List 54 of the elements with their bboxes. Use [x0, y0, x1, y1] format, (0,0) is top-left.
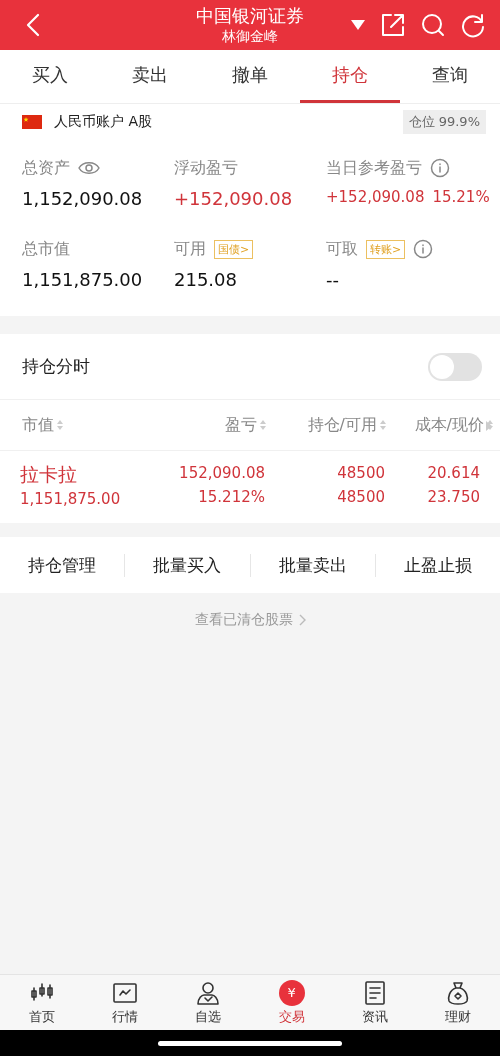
nav-label[interactable]: 首页 — [28, 1007, 55, 1026]
tab[interactable]: 买入 — [0, 50, 100, 103]
table-cell-text: 20.614 — [427, 463, 480, 484]
nav-label[interactable]: 自选 — [195, 1007, 222, 1026]
column-header[interactable]: 盈亏 — [122, 414, 267, 436]
summary-label: 可取 — [326, 238, 358, 260]
table-cell-text: 23.750 — [427, 487, 480, 508]
nav-label[interactable]: 行情 — [112, 1007, 138, 1026]
info-icon[interactable] — [413, 239, 434, 259]
share-icon[interactable] — [380, 12, 406, 38]
tab[interactable]: 查询 — [400, 50, 500, 103]
timeshare-label: 持仓分时 — [22, 355, 90, 378]
table-cell-text: 152,090.08 — [179, 463, 265, 484]
toggle-switch[interactable] — [428, 352, 482, 381]
summary-label: 当日参考盈亏 — [326, 157, 422, 179]
account-name: 林御金峰 — [222, 27, 278, 45]
summary-value: 215.08 — [174, 269, 237, 290]
column-header[interactable]: 持仓/可用 — [267, 414, 387, 436]
summary-value: 1,152,090.08 — [22, 188, 143, 209]
eye-icon[interactable] — [78, 160, 100, 176]
position-badge: 仓位 99.9% — [402, 110, 486, 134]
refresh-icon[interactable] — [460, 12, 486, 38]
tab[interactable]: 撤单 — [200, 50, 300, 103]
summary-value: -- — [326, 269, 339, 290]
info-icon[interactable] — [430, 158, 450, 178]
table-cell-text: 拉卡拉 — [20, 462, 77, 487]
person-icon[interactable] — [195, 979, 222, 1006]
broker-title: 中国银河证券 — [196, 5, 304, 27]
summary-label: 可用 — [174, 238, 206, 260]
percent-value: 15.21% — [432, 188, 490, 206]
flag-icon — [22, 115, 42, 129]
table-cell-text: 1,151,875.00 — [20, 489, 121, 510]
account-label: 人民币账户 A股 — [54, 113, 153, 131]
dropdown-icon[interactable] — [350, 19, 366, 31]
column-header[interactable]: 市值 — [22, 414, 122, 436]
tab[interactable]: 卖出 — [100, 50, 200, 103]
nav-label[interactable]: 资讯 — [361, 1007, 388, 1026]
action-button[interactable]: 止盈止损 — [374, 553, 500, 577]
table-cell-text: 48500 — [337, 463, 385, 484]
summary-label: 总资产 — [22, 157, 70, 179]
summary-value: +152,090.08 — [174, 188, 293, 209]
table-cell-text: 48500 — [337, 487, 385, 508]
nav-label[interactable]: 交易 — [278, 1007, 305, 1026]
action-button[interactable]: 持仓管理 — [0, 553, 125, 577]
search-icon[interactable] — [420, 12, 446, 38]
summary-label: 浮动盈亏 — [174, 157, 238, 179]
action-button[interactable]: 批量买入 — [124, 553, 250, 577]
action-button[interactable]: 批量卖出 — [249, 553, 375, 577]
nav-label[interactable]: 理财 — [445, 1007, 472, 1026]
summary-value: +152,090.08 — [326, 188, 425, 206]
summary-label: 总市值 — [22, 238, 70, 260]
yuan-icon[interactable]: ¥ — [278, 979, 305, 1006]
table-cell-text: 15.212% — [198, 487, 265, 508]
summary-value: 1,151,875.00 — [22, 269, 143, 290]
